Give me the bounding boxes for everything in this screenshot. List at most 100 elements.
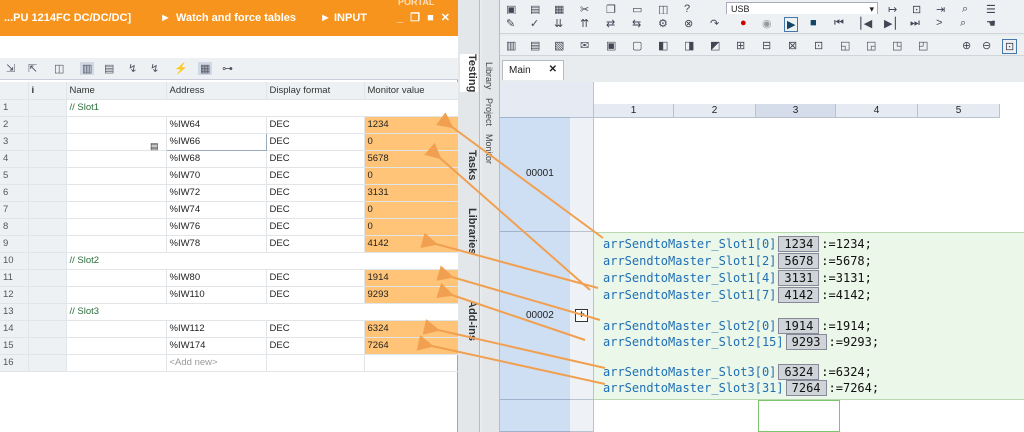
address-cell[interactable]: %IW80 (166, 269, 267, 287)
table-row[interactable]: 8 %IW76 DEC 0 (0, 218, 459, 236)
name-cell[interactable] (66, 235, 167, 253)
display-format-cell[interactable]: DEC (266, 235, 365, 253)
monitor-value-column-header[interactable]: Monitor value (364, 82, 459, 100)
symbol-icon[interactable]: ◱ (840, 39, 850, 52)
code-line[interactable]: arrSendtoMaster_Slot2[0] 1914:=1914; (603, 318, 872, 334)
name-cell[interactable] (66, 218, 167, 236)
table-row[interactable]: 7 %IW74 DEC 0 (0, 201, 459, 219)
fit-icon[interactable]: ⊡ (1002, 39, 1018, 54)
record-icon[interactable]: ● (740, 17, 747, 29)
table-row[interactable]: 10 // Slot2 (0, 252, 459, 270)
email-icon[interactable]: ✉ (580, 39, 589, 52)
insert-network-icon[interactable]: ▤ (530, 39, 540, 52)
abs-icon[interactable]: ⊡ (814, 39, 823, 52)
name-cell[interactable] (66, 286, 167, 304)
breadcrumb-input[interactable]: INPUT (334, 0, 367, 36)
name-cell[interactable] (66, 269, 167, 287)
slot-comment[interactable]: // Slot2 (66, 252, 459, 270)
breadcrumb-device[interactable]: ...PU 1214FC DC/DC/DC] (4, 0, 131, 36)
display-format-cell[interactable]: DEC (266, 150, 365, 168)
delete-network-icon[interactable]: ▧ (554, 39, 564, 52)
wire-icon[interactable]: ⊞ (736, 39, 745, 52)
first-icon[interactable]: ⏮ (834, 17, 844, 30)
address-column-header[interactable]: Address (166, 82, 267, 100)
close-branch-icon[interactable]: ◩ (710, 39, 720, 52)
display-format-cell[interactable]: DEC (266, 218, 365, 236)
network-3-header[interactable] (500, 400, 570, 432)
breadcrumb-watch-tables[interactable]: Watch and force tables (176, 0, 296, 36)
display-format-cell[interactable]: DEC (266, 167, 365, 185)
online-icon[interactable]: ⇄ (606, 17, 615, 30)
code-line[interactable]: arrSendtoMaster_Slot3[31] 7264:=7264; (603, 380, 879, 396)
tab-tasks[interactable]: Tasks (460, 150, 478, 180)
address-cell[interactable]: %IW66 (165, 132, 267, 151)
table-row[interactable]: 1 // Slot1 (0, 99, 459, 117)
address-cell[interactable]: %IW64 (166, 116, 267, 134)
name-cell[interactable] (66, 167, 167, 185)
display-format-column-header[interactable]: Display format (266, 82, 365, 100)
network-icon[interactable]: ▥ (506, 39, 516, 52)
name-cell[interactable] (66, 116, 167, 134)
address-cell[interactable]: %IW112 (166, 320, 267, 338)
tab-testing[interactable]: Testing (460, 54, 478, 93)
edit-icon[interactable]: ✎ (506, 17, 515, 30)
table-row[interactable]: 4 %IW68 DEC 5678 (0, 150, 459, 168)
network-2-header[interactable]: 00002 (500, 232, 570, 400)
contact-icon[interactable]: ◧ (658, 39, 668, 52)
add-row-icon[interactable]: ⇱ (28, 62, 37, 75)
table-row[interactable]: 13 // Slot3 (0, 303, 459, 321)
grid-icon[interactable]: ◳ (892, 39, 902, 52)
display-format-cell[interactable]: DEC (266, 269, 365, 287)
code-line[interactable]: arrSendtoMaster_Slot1[2] 5678:=5678; (603, 253, 872, 269)
name-cell[interactable] (66, 201, 167, 219)
monitor-now-icon[interactable]: ▤ (104, 62, 114, 75)
code-line[interactable]: arrSendtoMaster_Slot1[7] 4142:=4142; (603, 287, 872, 303)
table-row[interactable]: 14 %IW112 DEC 6324 (0, 320, 459, 338)
table-row[interactable]: 9 %IW78 DEC 4142 (0, 235, 459, 253)
display-format-cell[interactable]: DEC (266, 337, 365, 355)
more-icon[interactable]: > (936, 17, 942, 29)
upload-icon[interactable]: ⇈ (580, 17, 589, 30)
tab-libraries[interactable]: Libraries (460, 208, 478, 254)
address-cell[interactable]: %IW78 (166, 235, 267, 253)
stop-icon[interactable]: ■ (810, 17, 817, 29)
display-format-cell[interactable]: DEC (266, 116, 365, 134)
table-row[interactable]: 2 %IW64 DEC 1234 (0, 116, 459, 134)
expand-icon[interactable]: + (575, 309, 588, 322)
branch-icon[interactable]: ◨ (684, 39, 694, 52)
cross-ref-icon[interactable]: ⊗ (684, 17, 693, 30)
table-row[interactable]: 15 %IW174 DEC 7264 (0, 337, 459, 355)
last-icon[interactable]: ⏭ (910, 17, 920, 30)
tab-project[interactable]: Project (484, 98, 494, 126)
go-icon[interactable]: ↷ (710, 17, 719, 30)
coil-icon[interactable]: ▢ (632, 39, 642, 52)
expanded-mode-icon[interactable]: ⊶ (222, 62, 233, 75)
table-row[interactable]: 11 %IW80 DEC 1914 (0, 269, 459, 287)
close-icon[interactable]: ✕ (549, 64, 557, 75)
table-row[interactable]: 16 <Add new> (0, 354, 459, 372)
play-icon[interactable]: ▶ (784, 17, 799, 32)
table-row[interactable]: 6 %IW72 DEC 3131 (0, 184, 459, 202)
address-cell[interactable]: %IW68 (166, 150, 267, 168)
network-1-header[interactable]: 00001 (500, 118, 570, 232)
window-controls[interactable]: _ ❐ ■ ✕ (397, 0, 452, 36)
address-cell[interactable]: %IW174 (166, 337, 267, 355)
display-format-cell[interactable]: DEC (266, 201, 365, 219)
address-cell[interactable]: %IW76 (166, 218, 267, 236)
address-picker-icon[interactable]: ▤ (150, 141, 159, 152)
modify-icon[interactable]: ↯ (128, 62, 137, 75)
download-icon[interactable]: ⇊ (554, 17, 563, 30)
slot-comment[interactable]: // Slot1 (66, 99, 459, 117)
name-column-header[interactable]: Name (66, 82, 167, 100)
table-row[interactable]: 3 ▤ %IW66 DEC 0 (0, 132, 459, 152)
compile-icon[interactable]: ✓ (530, 17, 539, 30)
force-icon[interactable]: ⚡ (174, 62, 188, 75)
window-icon[interactable]: ◰ (918, 39, 928, 52)
slot-comment[interactable]: // Slot3 (66, 303, 459, 321)
name-cell[interactable] (66, 320, 167, 338)
code-line[interactable]: arrSendtoMaster_Slot1[0] 1234:=1234; (603, 236, 872, 252)
address-cell[interactable]: %IW72 (166, 184, 267, 202)
zoom-out-icon[interactable]: ⊖ (982, 39, 991, 52)
offline-icon[interactable]: ⇆ (632, 17, 641, 30)
table-row[interactable]: 12 %IW110 DEC 9293 (0, 286, 459, 304)
